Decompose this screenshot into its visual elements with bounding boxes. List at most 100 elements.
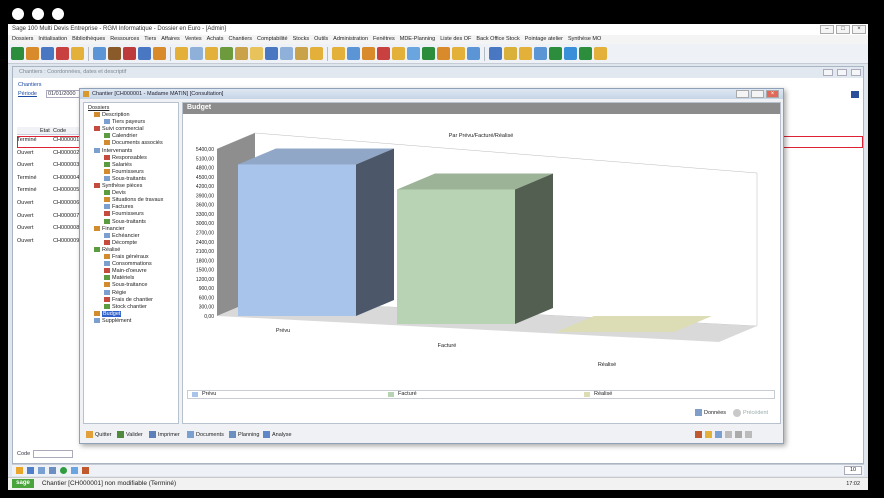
minimize-button[interactable]: –	[820, 25, 834, 34]
toolbar-tool-icon[interactable]	[108, 47, 121, 60]
toolbar-tool-icon[interactable]	[26, 47, 39, 60]
menu-item[interactable]: Pointage atelier	[525, 35, 563, 44]
exit-icon[interactable]	[16, 467, 23, 474]
tree-item[interactable]: Sous-traitants	[104, 218, 146, 225]
code-input[interactable]	[33, 450, 73, 458]
toolbar-tool-icon[interactable]	[519, 47, 532, 60]
refresh-icon[interactable]	[60, 467, 67, 474]
toolbar-tool-icon[interactable]	[295, 47, 308, 60]
footer-tool-icon[interactable]	[745, 431, 752, 438]
toolbar-tool-icon[interactable]	[504, 47, 517, 60]
toolbar-tool-icon[interactable]	[407, 47, 420, 60]
toolbar-tool-icon[interactable]	[422, 47, 435, 60]
menu-item[interactable]: Back Office Stock	[476, 35, 519, 44]
dialog-maximize-button[interactable]	[751, 90, 764, 98]
toolbar-tool-icon[interactable]	[362, 47, 375, 60]
toolbar-tool-icon[interactable]	[332, 47, 345, 60]
tree-item[interactable]: Salariés	[104, 161, 132, 168]
toolbar-tool-icon[interactable]	[205, 47, 218, 60]
new-document-icon[interactable]	[27, 467, 34, 474]
toolbar-tool-icon[interactable]	[310, 47, 323, 60]
toolbar-tool-icon[interactable]	[437, 47, 450, 60]
close-button[interactable]: ×	[852, 25, 866, 34]
bottom-button-4[interactable]: Planning	[229, 431, 259, 438]
tree-item[interactable]: Calendrier	[104, 133, 137, 139]
toolbar-tool-icon[interactable]	[594, 47, 607, 60]
tree-item[interactable]: Description	[94, 112, 130, 118]
footer-tool-icon[interactable]	[705, 431, 712, 438]
tree-item[interactable]: Responsables	[104, 154, 147, 161]
tree-item[interactable]: Tiers payeurs	[104, 119, 145, 125]
precedent-button[interactable]: Précédent	[733, 409, 768, 417]
tree-item[interactable]: Fournisseurs	[104, 211, 144, 217]
tree-root[interactable]: Dossiers	[88, 105, 109, 111]
tree-item[interactable]: Matériels	[104, 275, 134, 281]
menu-item[interactable]: Administration	[333, 35, 368, 44]
toolbar-tool-icon[interactable]	[11, 47, 24, 60]
menu-item[interactable]: Initialisation	[38, 35, 67, 44]
menu-item[interactable]: Stocks	[293, 35, 310, 44]
toolbar-tool-icon[interactable]	[175, 47, 188, 60]
bottom-button-3[interactable]: Documents	[187, 431, 224, 438]
tree-item[interactable]: Factures	[104, 204, 133, 210]
tree-item[interactable]: Régie	[104, 289, 126, 296]
tree-item[interactable]: Décompte	[104, 239, 137, 246]
document-icon[interactable]	[38, 467, 45, 474]
menu-item[interactable]: Chantiers	[228, 35, 252, 44]
menu-item[interactable]: Synthèse MO	[568, 35, 601, 44]
bottom-button-0[interactable]: Quitter	[86, 431, 112, 438]
tree-item[interactable]: Main-d'oeuvre	[104, 268, 147, 274]
toolbar-tool-icon[interactable]	[452, 47, 465, 60]
tree-item[interactable]: Documents associés	[104, 140, 163, 146]
tool-icon[interactable]	[82, 467, 89, 474]
menu-item[interactable]: MDE-Planning	[400, 35, 435, 44]
save-icon[interactable]	[851, 91, 859, 98]
toolbar-tool-icon[interactable]	[377, 47, 390, 60]
menu-item[interactable]: Affaires	[161, 35, 180, 44]
toolbar-tool-icon[interactable]	[220, 47, 233, 60]
toolbar-tool-icon[interactable]	[265, 47, 278, 60]
toolbar-tool-icon[interactable]	[41, 47, 54, 60]
bottom-button-2[interactable]: Imprimer	[149, 431, 180, 438]
toolbar-tool-icon[interactable]	[190, 47, 203, 60]
menu-item[interactable]: Fenêtres	[373, 35, 395, 44]
menu-item[interactable]: Dossiers	[12, 35, 33, 44]
tree-item[interactable]: Devis	[104, 190, 126, 196]
donnees-button[interactable]: Données	[695, 409, 726, 416]
mdi-minimize-button[interactable]	[823, 69, 833, 76]
menu-item[interactable]: Outils	[314, 35, 328, 44]
toolbar-tool-icon[interactable]	[138, 47, 151, 60]
tree-item[interactable]: Consommations	[104, 261, 152, 267]
mdi-restore-button[interactable]	[837, 69, 847, 76]
toolbar-tool-icon[interactable]	[235, 47, 248, 60]
toolbar-tool-icon[interactable]	[250, 47, 263, 60]
toolbar-tool-icon[interactable]	[549, 47, 562, 60]
tree-item[interactable]: Fournisseurs	[104, 168, 144, 175]
tree-item[interactable]: Supplément	[94, 317, 131, 324]
tree-item[interactable]: Intervenants	[94, 147, 132, 154]
toolbar-tool-icon[interactable]	[153, 47, 166, 60]
menu-item[interactable]: Liste des OF	[440, 35, 471, 44]
toolbar-tool-icon[interactable]	[564, 47, 577, 60]
tree-item[interactable]: Echéancier	[104, 232, 140, 239]
footer-tool-icon[interactable]	[735, 431, 742, 438]
tree-item[interactable]: Suivi commercial	[94, 126, 144, 132]
dialog-minimize-button[interactable]	[736, 90, 749, 98]
toolbar-tool-icon[interactable]	[280, 47, 293, 60]
footer-tool-icon[interactable]	[725, 431, 732, 438]
menu-item[interactable]: Tiers	[144, 35, 156, 44]
toolbar-tool-icon[interactable]	[123, 47, 136, 60]
toolbar-tool-icon[interactable]	[392, 47, 405, 60]
menu-item[interactable]: Comptabilité	[257, 35, 288, 44]
tree-item[interactable]: Réalisé	[94, 246, 120, 253]
tree-item[interactable]: Financier	[94, 225, 125, 232]
footer-tool-icon[interactable]	[715, 431, 722, 438]
toolbar-tool-icon[interactable]	[534, 47, 547, 60]
tree-item[interactable]: Frais généraux	[104, 254, 149, 260]
toolbar-tool-icon[interactable]	[579, 47, 592, 60]
toolbar-tool-icon[interactable]	[93, 47, 106, 60]
mdi-close-button[interactable]	[851, 69, 861, 76]
tree-item[interactable]: Budget	[94, 310, 122, 317]
tree-item[interactable]: Synthèse pièces	[94, 183, 142, 189]
tree-item[interactable]: Frais de chantier	[104, 296, 153, 303]
